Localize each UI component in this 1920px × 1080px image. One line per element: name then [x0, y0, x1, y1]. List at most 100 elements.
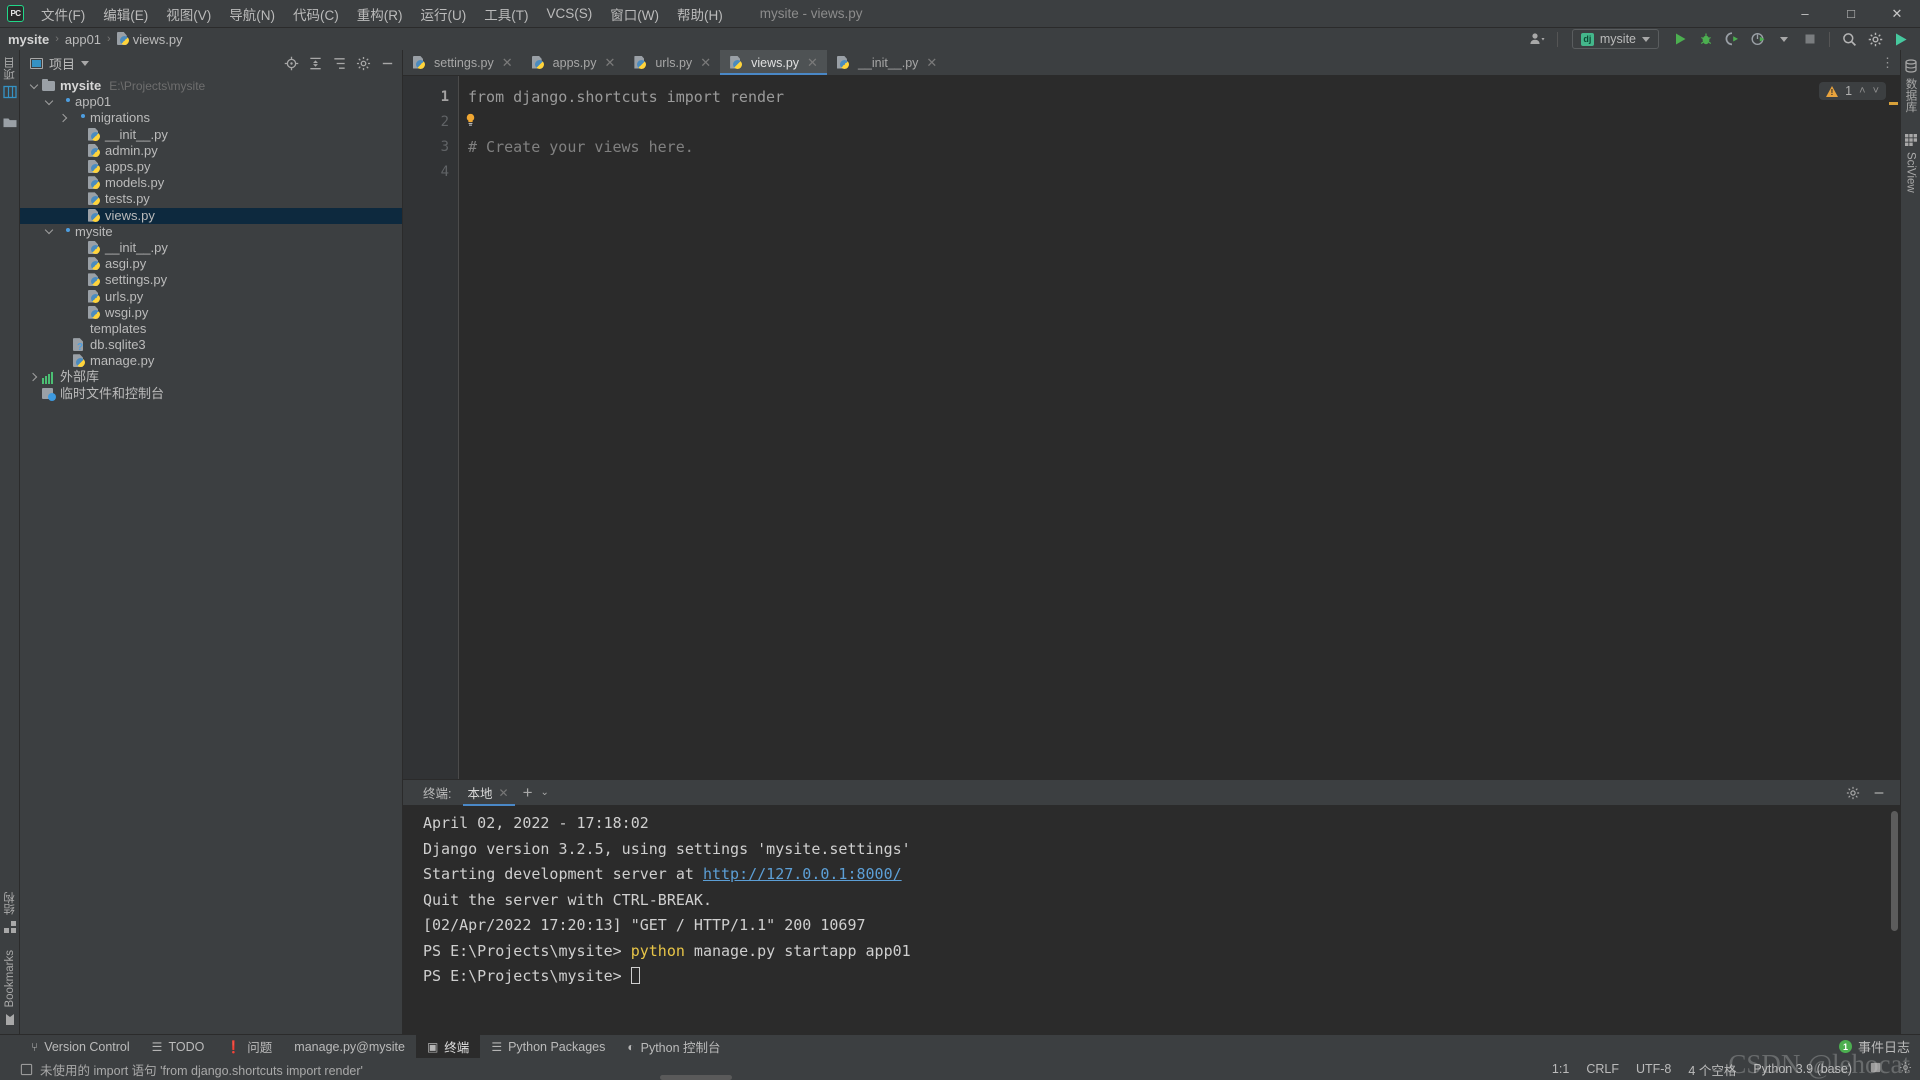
close-icon[interactable]: ✕	[700, 55, 711, 71]
project-tree[interactable]: mysiteE:\Projects\mysiteapp01migrations_…	[20, 76, 402, 1034]
gear-icon[interactable]	[1862, 28, 1888, 50]
strip-item-sciview[interactable]: SciView	[1904, 130, 1918, 196]
strip-item-database[interactable]: 数据库	[1903, 56, 1919, 116]
code-content[interactable]: from django.shortcuts import render# Cre…	[459, 76, 1888, 779]
terminal-tab-local[interactable]: 本地 ✕	[463, 780, 514, 805]
tree-node-db-sqlite3[interactable]: db.sqlite3	[20, 337, 402, 353]
tool-window-button---[interactable]: ▣终端	[416, 1034, 480, 1059]
tree-node-templates[interactable]: templates	[20, 321, 402, 337]
minimize-button[interactable]: –	[1782, 0, 1828, 28]
close-icon[interactable]: ✕	[926, 55, 937, 71]
menu-window[interactable]: 窗口(W)	[601, 1, 668, 27]
next-problem-icon[interactable]: ˅	[1873, 85, 1879, 97]
editor-marker-bar[interactable]	[1888, 76, 1900, 779]
python-interpreter[interactable]: Python 3.9 (base)	[1753, 1062, 1852, 1076]
editor-tab-settings-py[interactable]: settings.py✕	[403, 50, 522, 75]
strip-item-structure[interactable]: 结构	[2, 889, 18, 937]
panel-settings-icon[interactable]	[352, 52, 374, 74]
hide-panel-icon[interactable]	[376, 52, 398, 74]
tree-node-views-py[interactable]: views.py	[20, 208, 402, 224]
search-everywhere-icon[interactable]	[1836, 28, 1862, 50]
menu-edit[interactable]: 编辑(E)	[94, 1, 157, 27]
tree-node-tests-py[interactable]: tests.py	[20, 191, 402, 207]
collapse-all-icon[interactable]	[304, 52, 326, 74]
tree-node-app01[interactable]: app01	[20, 94, 402, 110]
run-configuration-selector[interactable]: dj mysite	[1572, 29, 1659, 49]
tree-node-mysite[interactable]: mysite	[20, 224, 402, 240]
tool-window-button-version-control[interactable]: ⑂Version Control	[20, 1037, 141, 1057]
tool-window-button-python-packages[interactable]: ☰Python Packages	[480, 1037, 616, 1057]
tool-window-button-manage-py-mysite[interactable]: manage.py@mysite	[283, 1037, 416, 1057]
chevron-down-icon[interactable]	[1771, 28, 1797, 50]
menu-code[interactable]: 代码(C)	[284, 1, 348, 27]
tree-node-mysite[interactable]: mysiteE:\Projects\mysite	[20, 78, 402, 94]
tree-node-临时文件和控制台[interactable]: 临时文件和控制台	[20, 386, 402, 402]
intention-lightbulb-icon[interactable]	[465, 113, 476, 128]
locate-file-icon[interactable]	[280, 52, 302, 74]
chevron-right-icon[interactable]	[59, 113, 70, 124]
tree-node-settings-py[interactable]: settings.py	[20, 272, 402, 288]
terminal-scrollbar[interactable]	[1891, 811, 1898, 931]
menu-navigate[interactable]: 导航(N)	[220, 1, 284, 27]
tree-node-migrations[interactable]: migrations	[20, 110, 402, 126]
notifications-icon[interactable]	[1869, 1061, 1882, 1077]
run-button[interactable]	[1667, 28, 1693, 50]
breadcrumb-item-app01[interactable]: app01	[65, 32, 101, 47]
editor-tab-apps-py[interactable]: apps.py✕	[522, 50, 625, 75]
tree-node-__init__-py[interactable]: __init__.py	[20, 127, 402, 143]
warning-marker[interactable]	[1889, 102, 1898, 105]
folder-icon[interactable]	[3, 116, 17, 128]
tree-node-apps-py[interactable]: apps.py	[20, 159, 402, 175]
tree-node-manage-py[interactable]: manage.py	[20, 353, 402, 369]
close-icon[interactable]: ✕	[604, 55, 615, 71]
indent-setting[interactable]: 4 个空格	[1688, 1060, 1736, 1079]
inspection-widget[interactable]: 1 ˄ ˅	[1819, 82, 1886, 100]
editor-tab-urls-py[interactable]: urls.py✕	[624, 50, 720, 75]
file-encoding[interactable]: UTF-8	[1636, 1062, 1671, 1076]
menu-view[interactable]: 视图(V)	[157, 1, 220, 27]
menu-tools[interactable]: 工具(T)	[475, 1, 537, 27]
close-icon[interactable]: ✕	[502, 55, 513, 71]
horizontal-scrollbar[interactable]	[660, 1075, 732, 1080]
terminal-link[interactable]: http://127.0.0.1:8000/	[703, 865, 902, 883]
code-editor[interactable]: 1234 from django.shortcuts import render…	[403, 76, 1900, 779]
terminal-output[interactable]: April 02, 2022 - 17:18:02Django version …	[403, 805, 1900, 1034]
chevron-down-icon[interactable]: ⌄	[541, 787, 555, 798]
menu-refactor[interactable]: 重构(R)	[348, 1, 412, 27]
editor-tab-views-py[interactable]: views.py✕	[720, 50, 827, 75]
breadcrumb-item-file[interactable]: views.py	[133, 32, 183, 47]
new-terminal-tab-button[interactable]: +	[515, 784, 541, 801]
tree-node-models-py[interactable]: models.py	[20, 175, 402, 191]
chevron-down-icon[interactable]	[44, 226, 55, 237]
profile-button[interactable]	[1745, 28, 1771, 50]
expand-all-icon[interactable]	[328, 52, 350, 74]
strip-item-project[interactable]: 项目	[2, 54, 18, 102]
event-log-button[interactable]: 1 事件日志	[1839, 1037, 1910, 1056]
chevron-down-icon[interactable]	[81, 61, 89, 66]
tree-node-__init__-py[interactable]: __init__.py	[20, 240, 402, 256]
strip-item-bookmarks[interactable]: Bookmarks	[3, 947, 17, 1030]
settings-gear-icon[interactable]	[1899, 1061, 1912, 1077]
previous-problem-icon[interactable]: ˄	[1859, 85, 1865, 97]
close-button[interactable]: ✕	[1874, 0, 1920, 28]
tool-window-button-todo[interactable]: ☰TODO	[141, 1037, 216, 1057]
menu-help[interactable]: 帮助(H)	[668, 1, 732, 27]
menu-vcs[interactable]: VCS(S)	[538, 3, 602, 24]
close-icon[interactable]: ✕	[807, 55, 818, 71]
tab-overflow-icon[interactable]: ⋮	[1881, 50, 1900, 75]
chevron-right-icon[interactable]	[29, 372, 40, 383]
breadcrumb-item-project[interactable]: mysite	[8, 32, 49, 47]
tool-window-button---[interactable]: ❗问题	[215, 1034, 283, 1059]
line-separator[interactable]: CRLF	[1586, 1062, 1619, 1076]
tree-node-admin-py[interactable]: admin.py	[20, 143, 402, 159]
run-with-coverage-button[interactable]	[1719, 28, 1745, 50]
close-icon[interactable]: ✕	[499, 786, 509, 800]
editor-tab-__init__-py[interactable]: __init__.py✕	[827, 50, 946, 75]
tree-node-外部库[interactable]: 外部库	[20, 369, 402, 385]
maximize-button[interactable]: □	[1828, 0, 1874, 28]
menu-run[interactable]: 运行(U)	[412, 1, 476, 27]
updates-icon[interactable]	[1888, 28, 1914, 50]
terminal-hide-icon[interactable]	[1868, 782, 1890, 804]
stop-button[interactable]	[1797, 28, 1823, 50]
menu-file[interactable]: 文件(F)	[32, 1, 94, 27]
